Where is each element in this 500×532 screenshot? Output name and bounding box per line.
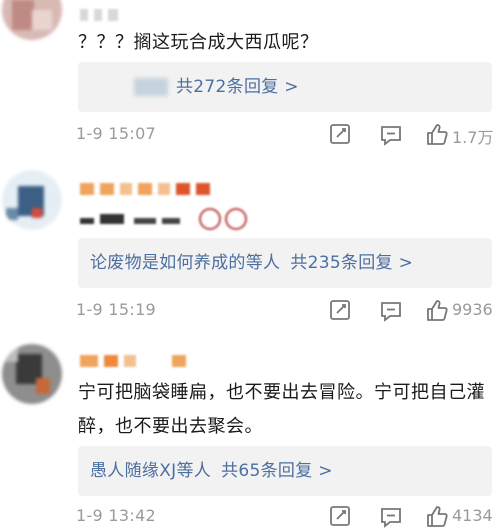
reply-count: 共272条回复 > [176,77,299,97]
reply-count: 共65条回复 > [221,461,333,481]
thumbs-up-icon[interactable] [424,296,450,326]
reply-users: 论废物是如何养成的等人 [90,253,281,273]
thumbs-up-icon[interactable] [424,502,450,532]
comment-item: 论废物是如何养成的等人 共235条回复 > 1-9 15:19 9936 [0,160,500,330]
timestamp: 1-9 15:07 [76,124,157,143]
like-count: 4134 [452,506,493,525]
comment-icon[interactable] [328,296,354,326]
avatar[interactable] [2,170,62,230]
comment-item: 宁可把脑袋睡扁，也不要出去冒险。宁可把自己灌醉，也不要出去聚会。 愚人随缘XJ等… [0,330,500,528]
comment-text: ？？？搁这玩合成大西瓜呢？ [78,32,319,53]
avatar[interactable] [2,0,62,40]
username-blurred[interactable] [80,352,192,367]
comment-item: ？？？搁这玩合成大西瓜呢？ 共272条回复 > 1-9 15:07 1.7万 [0,0,500,160]
reply-summary[interactable]: 愚人随缘XJ等人 共65条回复 > [78,446,492,496]
share-icon[interactable] [378,296,404,326]
timestamp: 1-9 13:42 [76,506,157,525]
reply-user-blurred [134,78,168,96]
comment-icon[interactable] [328,120,354,150]
like-count: 9936 [452,300,493,319]
thumbs-up-icon[interactable] [424,120,450,150]
avatar[interactable] [2,344,62,404]
share-icon[interactable] [378,502,404,532]
reply-count: 共235条回复 > [290,253,414,273]
emoji-icon [225,208,248,230]
comment-icon[interactable] [328,502,354,532]
comment-text: 宁可把脑袋睡扁，也不要出去冒险。宁可把自己灌醉，也不要出去聚会。 [78,382,485,437]
comment-text-blurred [80,208,248,230]
like-count: 1.7万 [452,128,494,147]
username-blurred[interactable] [80,6,124,21]
reply-summary[interactable]: 论废物是如何养成的等人 共235条回复 > [78,238,492,288]
username-blurred[interactable] [80,180,216,195]
share-icon[interactable] [378,120,404,150]
reply-summary[interactable]: 共272条回复 > [78,62,492,112]
timestamp: 1-9 15:19 [76,300,157,319]
emoji-icon [199,208,222,230]
reply-users: 愚人随缘XJ等人 [90,461,212,481]
